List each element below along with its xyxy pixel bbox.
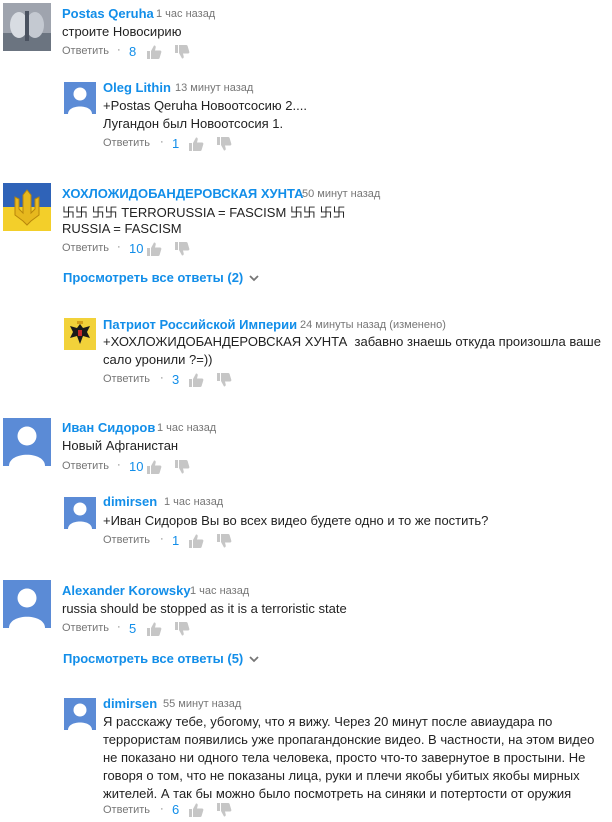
reply-button[interactable]: Ответить bbox=[103, 373, 150, 385]
comment-author[interactable]: dimirsen bbox=[103, 494, 157, 509]
avatar-khunta[interactable] bbox=[3, 183, 51, 231]
comment-text: строите Новосирию bbox=[62, 24, 182, 39]
view-all-replies-label: Просмотреть все ответы (2) bbox=[63, 270, 244, 285]
comment-author[interactable]: Патриот Российской Империи bbox=[103, 317, 297, 332]
avatar-oleg-lithin[interactable] bbox=[64, 82, 96, 114]
chevron-down-icon bbox=[249, 651, 259, 666]
comment-time[interactable]: 50 минут назад bbox=[302, 188, 380, 200]
reply-button[interactable]: Ответить bbox=[62, 45, 109, 57]
comment-time[interactable]: 1 час назад bbox=[190, 585, 249, 597]
view-all-replies-button[interactable]: Просмотреть все ответы (5) bbox=[63, 651, 259, 666]
default-avatar-icon bbox=[9, 426, 45, 466]
comment-author[interactable]: Oleg Lithin bbox=[103, 80, 171, 95]
like-icon[interactable] bbox=[146, 242, 162, 256]
reply-button[interactable]: Ответить bbox=[103, 137, 150, 149]
comment-text: Я расскажу тебе, убогому, что я вижу. Че… bbox=[103, 714, 553, 729]
comment-author[interactable]: Alexander Korowsky bbox=[62, 583, 191, 598]
dislike-icon[interactable] bbox=[216, 137, 232, 151]
view-all-replies-button[interactable]: Просмотреть все ответы (2) bbox=[63, 270, 259, 285]
comment-author[interactable]: Иван Сидоров bbox=[62, 420, 155, 435]
avatar-ivan-sidorov[interactable] bbox=[3, 418, 51, 466]
comment-time[interactable]: 24 минуты назад (изменено) bbox=[300, 319, 446, 331]
like-icon[interactable] bbox=[188, 137, 204, 151]
like-icon[interactable] bbox=[146, 460, 162, 474]
comment-text: russia should be stopped as it is a terr… bbox=[62, 601, 347, 616]
comment-text: террористам появились уже пропагандонски… bbox=[103, 732, 595, 747]
like-count: 3 bbox=[172, 372, 180, 387]
separator-dot: · bbox=[117, 621, 121, 633]
chevron-down-icon bbox=[249, 270, 259, 285]
dislike-icon[interactable] bbox=[174, 242, 190, 256]
reply-button[interactable]: Ответить bbox=[103, 804, 150, 816]
dislike-icon[interactable] bbox=[216, 534, 232, 548]
separator-dot: · bbox=[117, 44, 121, 56]
comment-time[interactable]: 1 час назад bbox=[164, 496, 223, 508]
comment-text: говоря о том, что не показаны лица, руки… bbox=[103, 768, 580, 783]
separator-dot: · bbox=[117, 459, 121, 471]
comment-text: +Иван Сидоров Вы во всех видео будете од… bbox=[103, 513, 489, 528]
comment-text: Лугандон был Новоотсосия 1. bbox=[103, 116, 284, 131]
like-icon[interactable] bbox=[188, 373, 204, 387]
comment-text: +ХОХЛОЖИДОБАНДЕРОВСКАЯ ХУНТА забавно зна… bbox=[103, 334, 601, 349]
dislike-icon[interactable] bbox=[174, 460, 190, 474]
dislike-icon[interactable] bbox=[216, 373, 232, 387]
like-count: 1 bbox=[172, 136, 180, 151]
avatar-alexander-korowsky[interactable] bbox=[3, 580, 51, 628]
avatar-dimirsen[interactable] bbox=[64, 698, 96, 730]
comment-author[interactable]: ХОХЛОЖИДОБАНДЕРОВСКАЯ ХУНТА bbox=[62, 186, 304, 201]
like-count: 1 bbox=[172, 533, 180, 548]
avatar-patriot[interactable] bbox=[64, 318, 96, 350]
dislike-icon[interactable] bbox=[174, 45, 190, 59]
dislike-icon[interactable] bbox=[216, 803, 232, 817]
like-icon[interactable] bbox=[188, 803, 204, 817]
default-avatar-icon bbox=[9, 588, 45, 628]
avatar-postas-qeruha[interactable] bbox=[3, 3, 51, 51]
comment-time[interactable]: 55 минут назад bbox=[163, 698, 241, 710]
reply-button[interactable]: Ответить bbox=[62, 622, 109, 634]
like-count: 10 bbox=[129, 241, 144, 256]
reply-button[interactable]: Ответить bbox=[62, 460, 109, 472]
separator-dot: · bbox=[160, 533, 164, 545]
comment-author[interactable]: dimirsen bbox=[103, 696, 157, 711]
comment-author[interactable]: Postas Qeruha bbox=[62, 6, 154, 21]
like-count: 5 bbox=[129, 621, 137, 636]
comment-text: жителей. А так бы можно было посмотреть … bbox=[103, 786, 572, 801]
like-count: 8 bbox=[129, 44, 137, 59]
like-icon[interactable] bbox=[146, 622, 162, 636]
reply-button[interactable]: Ответить bbox=[62, 242, 109, 254]
comment-time[interactable]: 1 час назад bbox=[157, 422, 216, 434]
like-count: 10 bbox=[129, 459, 144, 474]
separator-dot: · bbox=[117, 241, 121, 253]
like-icon[interactable] bbox=[146, 45, 162, 59]
separator-dot: · bbox=[160, 803, 164, 815]
reply-button[interactable]: Ответить bbox=[103, 534, 150, 546]
comment-time[interactable]: 1 час назад bbox=[156, 8, 215, 20]
separator-dot: · bbox=[160, 372, 164, 384]
comment-text: сало уронили ?=)) bbox=[103, 352, 213, 367]
default-avatar-icon bbox=[68, 87, 92, 114]
comment-text: RUSSIA = FASCISM bbox=[62, 221, 182, 236]
default-avatar-icon bbox=[68, 502, 92, 529]
comment-text: +Postas Qeruha Новоотсосию 2.... bbox=[103, 98, 307, 113]
default-avatar-icon bbox=[68, 703, 92, 730]
separator-dot: · bbox=[160, 136, 164, 148]
like-icon[interactable] bbox=[188, 534, 204, 548]
comment-text: не показано ни одного тела человека, про… bbox=[103, 750, 586, 765]
comment-text: Новый Афганистан bbox=[62, 438, 179, 453]
comment-time[interactable]: 13 минут назад bbox=[175, 82, 253, 94]
like-count: 6 bbox=[172, 802, 180, 817]
view-all-replies-label: Просмотреть все ответы (5) bbox=[63, 651, 244, 666]
dislike-icon[interactable] bbox=[174, 622, 190, 636]
avatar-dimirsen[interactable] bbox=[64, 497, 96, 529]
